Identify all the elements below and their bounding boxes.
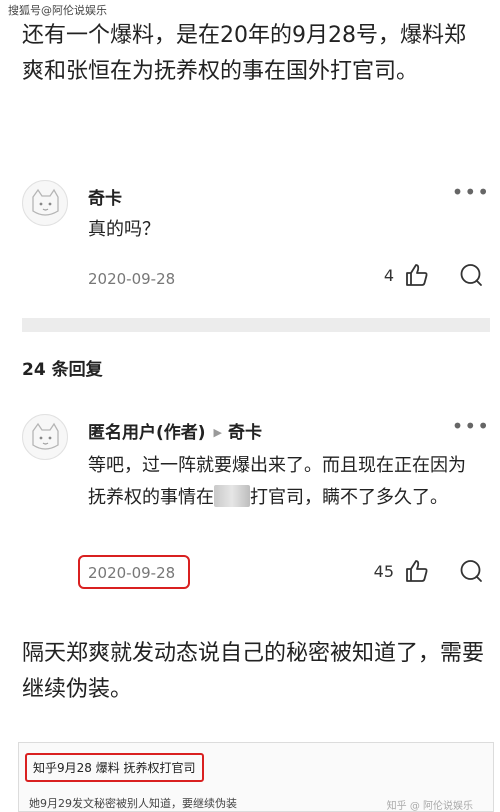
reply-count-label: 24 条回复 xyxy=(22,360,103,380)
like-count: 4 xyxy=(383,265,394,285)
thumbs-up-icon[interactable] xyxy=(404,558,430,584)
comment-text: 真的吗？ xyxy=(88,219,160,240)
more-dots-icon[interactable]: ••• xyxy=(452,180,490,204)
comment-date: 2020-09-28 xyxy=(88,270,176,288)
comment-card: 奇卡 ••• 真的吗？ 2020-09-28 4 xyxy=(22,178,490,303)
like-count: 45 xyxy=(373,561,394,581)
more-dots-icon[interactable]: ••• xyxy=(452,414,490,438)
comment-author[interactable]: 奇卡 xyxy=(88,189,122,209)
dog-avatar-icon[interactable] xyxy=(22,180,68,226)
article-paragraph: 隔天郑爽就发动态说自己的秘密被知道了，需要继续伪装。 xyxy=(22,641,485,702)
embedded-text: 她9月29发文秘密被别人知道，要继续伪装 xyxy=(29,797,237,810)
speech-bubble-icon[interactable] xyxy=(458,558,484,584)
reply-author[interactable]: 匿名用户(作者) xyxy=(88,423,206,443)
reply-arrow-icon: ▶ xyxy=(213,426,223,439)
embedded-screenshot: 知乎9月28 爆料 抚养权打官司 她9月29发文秘密被别人知道，要继续伪装 知乎… xyxy=(18,742,494,812)
reply-to-user[interactable]: 奇卡 xyxy=(228,423,262,443)
dog-avatar-icon[interactable] xyxy=(22,414,68,460)
section-divider xyxy=(22,318,490,332)
embedded-title: 知乎9月28 爆料 抚养权打官司 xyxy=(25,753,204,782)
blurred-redaction xyxy=(214,485,250,507)
thumbs-up-icon[interactable] xyxy=(404,262,430,288)
reply-card: 匿名用户(作者) ▶ 奇卡 ••• 等吧，过一阵就要爆出来了。而且现在正在因为抚养权… xyxy=(22,412,490,612)
reply-date: 2020-09-28 xyxy=(88,564,176,582)
speech-bubble-icon[interactable] xyxy=(458,262,484,288)
reply-text: 等吧，过一阵就要爆出来了。而且现在正在因为抚养权的事情在 打官司，瞒不了多久了。 xyxy=(88,450,476,514)
article-paragraph: 还有一个爆料，是在20年的9月28号，爆料郑爽和张恒在为抚养权的事在国外打官司。 xyxy=(22,23,466,84)
watermark: 搜狐号@阿伦说娱乐 xyxy=(6,2,109,18)
reply-text-part2: 打官司，瞒不了多久了。 xyxy=(250,487,448,508)
